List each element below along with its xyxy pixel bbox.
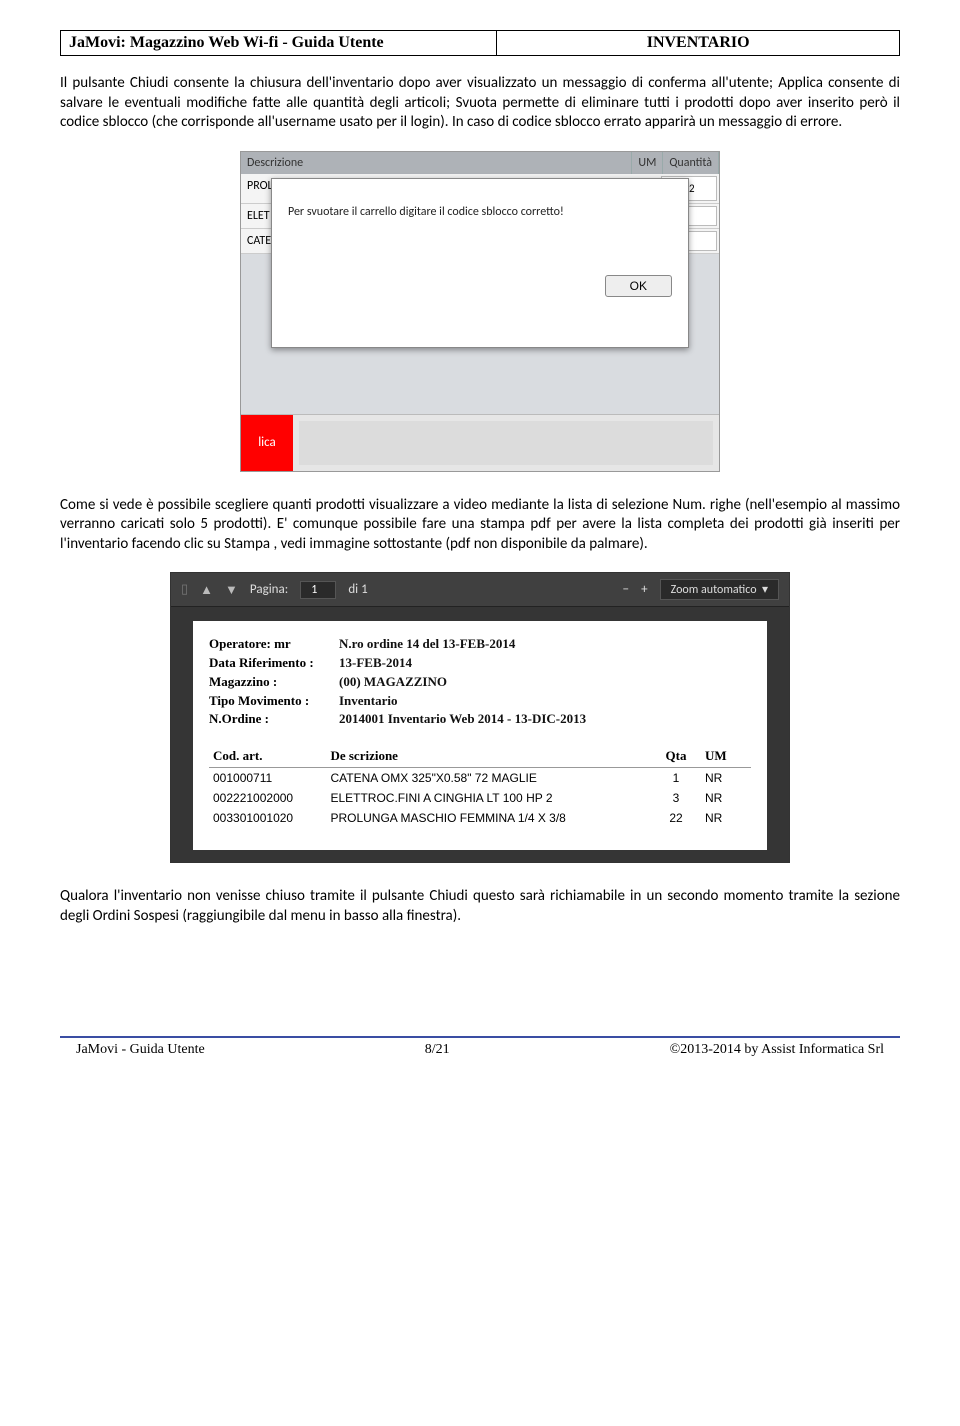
cell-um: NR (701, 788, 751, 808)
ss1-footer: lica (241, 414, 719, 471)
footer-center: 8/21 (425, 1042, 450, 1058)
zoom-select[interactable]: Zoom automatico ▾ (660, 579, 779, 600)
th-um: UM (701, 745, 751, 768)
screenshot-pdf-viewer: ▯ ▲ ▼ Pagina: 1 di 1 − + Zoom automatico… (170, 572, 790, 863)
page-up-icon[interactable]: ▲ (200, 582, 213, 598)
meta-value: (00) MAGAZZINO (339, 673, 447, 692)
alert-message: Per svuotare il carrello digitare il cod… (288, 205, 672, 219)
report-table: Cod. art. De scrizione Qta UM 001000711 … (209, 745, 751, 828)
cell-um: NR (701, 768, 751, 789)
th-qta: Qta (651, 745, 701, 768)
page-down-icon[interactable]: ▼ (225, 582, 238, 598)
meta-value: Inventario (339, 692, 398, 711)
page-number-input[interactable]: 1 (300, 581, 336, 599)
pdf-report-page: Operatore: mrN.ro ordine 14 del 13-FEB-2… (193, 621, 767, 850)
cell-cod: 003301001020 (209, 808, 326, 828)
alert-dialog: Per svuotare il carrello digitare il cod… (271, 178, 689, 348)
table-row: 002221002000 ELETTROC.FINI A CINGHIA LT … (209, 788, 751, 808)
cell-qta: 22 (651, 808, 701, 828)
screenshot-dialog: Descrizione UM Quantità PROL 22 Per svuo… (240, 151, 720, 472)
ss1-header-row: Descrizione UM Quantità (241, 152, 719, 174)
footer-gray-area (299, 421, 713, 465)
table-row: 003301001020 PROLUNGA MASCHIO FEMMINA 1/… (209, 808, 751, 828)
header-right: INVENTARIO (497, 31, 900, 56)
footer-right: ©2013-2014 by Assist Informatica Srl (670, 1042, 884, 1058)
meta-key: Tipo Movimento : (209, 692, 339, 711)
meta-value: 2014001 Inventario Web 2014 - 13-DIC-201… (339, 710, 586, 729)
meta-value: 13-FEB-2014 (339, 654, 412, 673)
cell-desc: ELETTROC.FINI A CINGHIA LT 100 HP 2 (326, 788, 651, 808)
page-footer: JaMovi - Guida Utente 8/21 ©2013-2014 by… (60, 1038, 900, 1058)
th-cod: Cod. art. (209, 745, 326, 768)
meta-key: Magazzino : (209, 673, 339, 692)
page-header: JaMovi: Magazzino Web Wi-fi - Guida Uten… (60, 30, 900, 56)
pagina-label: Pagina: (250, 582, 288, 597)
paragraph-1: Il pulsante Chiudi consente la chiusura … (60, 74, 900, 133)
cell-qta: 1 (651, 768, 701, 789)
meta-key: Operatore: mr (209, 635, 339, 654)
paragraph-2: Come si vede è possibile scegliere quant… (60, 496, 900, 555)
header-left: JaMovi: Magazzino Web Wi-fi - Guida Uten… (61, 31, 497, 56)
col-um: UM (632, 152, 663, 174)
page-total: di 1 (348, 582, 367, 597)
meta-key: Data Riferimento : (209, 654, 339, 673)
lica-badge: lica (241, 415, 293, 471)
col-descrizione: Descrizione (241, 152, 632, 174)
paragraph-3: Qualora l'inventario non venisse chiuso … (60, 887, 900, 926)
table-row: 001000711 CATENA OMX 325"X0.58" 72 MAGLI… (209, 768, 751, 789)
zoom-in-button[interactable]: + (641, 582, 647, 597)
cell-um: NR (701, 808, 751, 828)
cell-desc: CATENA OMX 325"X0.58" 72 MAGLIE (326, 768, 651, 789)
footer-left: JaMovi - Guida Utente (76, 1042, 205, 1058)
meta-key: N.Ordine : (209, 710, 339, 729)
meta-value: N.ro ordine 14 del 13-FEB-2014 (339, 635, 515, 654)
ok-button[interactable]: OK (605, 275, 672, 297)
th-desc: De scrizione (326, 745, 651, 768)
zoom-out-button[interactable]: − (623, 582, 629, 597)
col-quantita: Quantità (663, 152, 719, 174)
pdf-toolbar: ▯ ▲ ▼ Pagina: 1 di 1 − + Zoom automatico… (171, 573, 789, 607)
cell-cod: 002221002000 (209, 788, 326, 808)
cell-desc: PROLUNGA MASCHIO FEMMINA 1/4 X 3/8 (326, 808, 651, 828)
report-meta: Operatore: mrN.ro ordine 14 del 13-FEB-2… (209, 635, 751, 729)
edge-icon: ▯ (181, 582, 188, 597)
cell-qta: 3 (651, 788, 701, 808)
cell-cod: 001000711 (209, 768, 326, 789)
